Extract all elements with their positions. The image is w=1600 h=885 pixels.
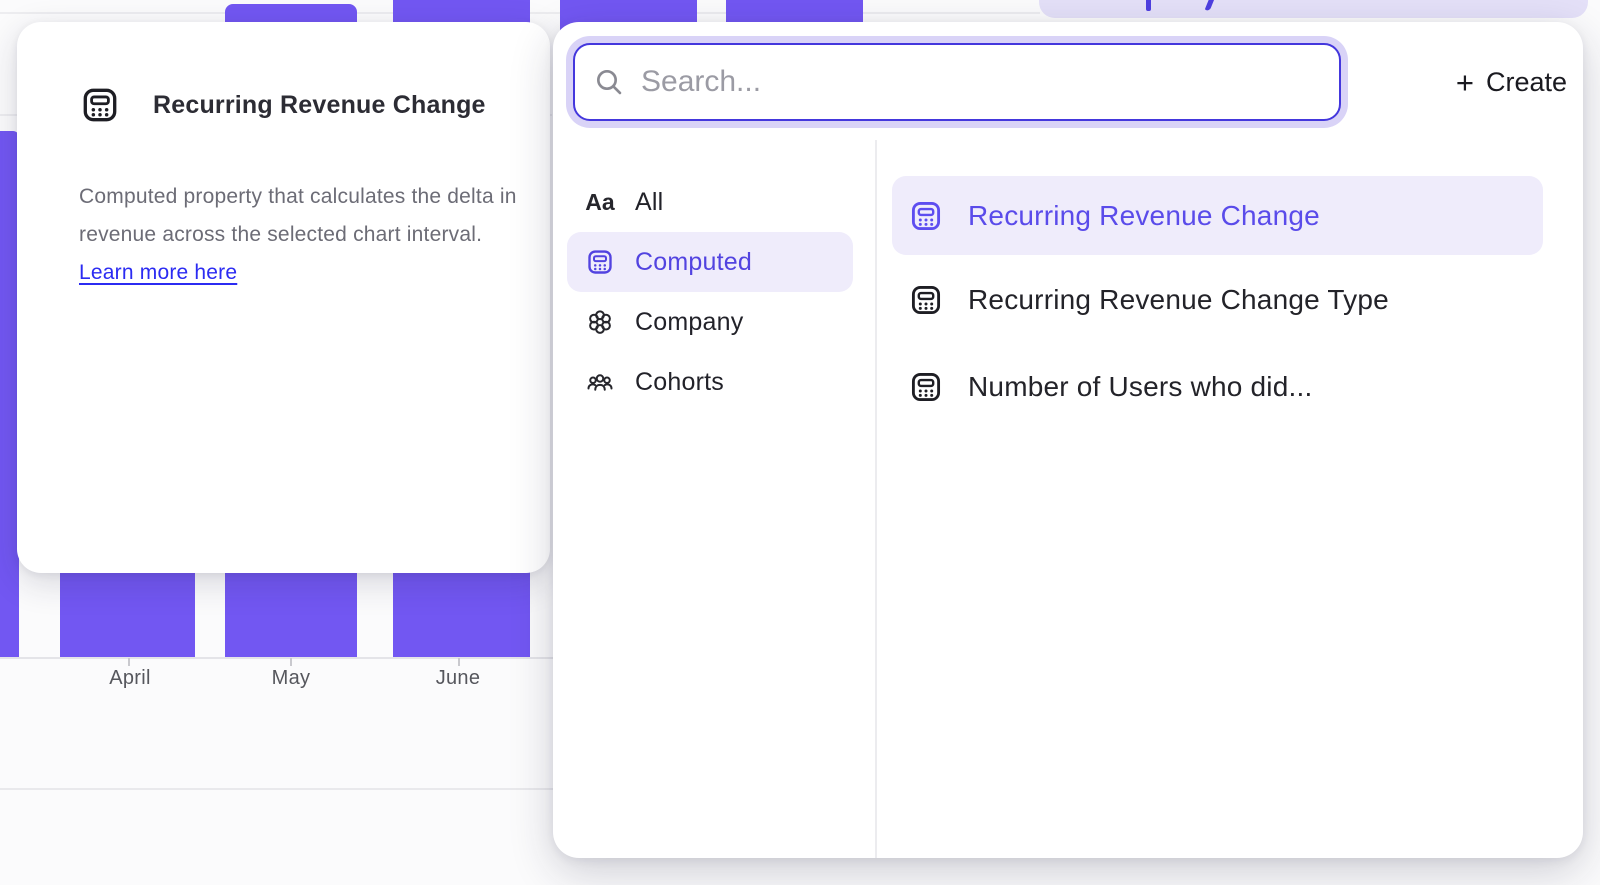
filter-column: Aa All Computed — [553, 140, 875, 858]
x-label-may: May — [231, 667, 351, 690]
axis-tick-april — [128, 658, 130, 666]
search-row: + Create — [566, 36, 1567, 128]
axis-tick-june — [458, 658, 460, 666]
result-number-of-users[interactable]: Number of Users who did... — [892, 347, 1543, 426]
calculator-icon — [79, 84, 121, 126]
search-input[interactable] — [641, 65, 1321, 99]
background-property-chip[interactable] — [1039, 0, 1588, 18]
create-button-label: Create — [1486, 67, 1567, 98]
result-label: Number of Users who did... — [968, 371, 1312, 403]
filter-company[interactable]: Company — [567, 292, 853, 352]
property-tooltip-card: Recurring Revenue Change Computed proper… — [17, 22, 550, 573]
result-label: Recurring Revenue Change — [968, 200, 1320, 232]
filter-label: Cohorts — [635, 368, 724, 397]
results-column: Recurring Revenue Change Recurring Reven… — [877, 140, 1583, 858]
chart-card-divider — [0, 788, 553, 790]
tooltip-title: Recurring Revenue Change — [153, 91, 486, 120]
axis-tick-may — [290, 658, 292, 666]
chip-text-fragment — [1205, 0, 1215, 11]
calculator-icon — [908, 282, 944, 318]
search-icon — [593, 66, 625, 98]
calculator-icon — [585, 247, 615, 277]
result-recurring-revenue-change-type[interactable]: Recurring Revenue Change Type — [892, 260, 1543, 339]
create-button[interactable]: + Create — [1456, 67, 1567, 98]
search-focus-ring — [566, 36, 1348, 128]
filter-all[interactable]: Aa All — [567, 172, 853, 232]
filter-computed[interactable]: Computed — [567, 232, 853, 292]
filter-label: Computed — [635, 248, 752, 277]
tooltip-description-text: Computed property that calculates the de… — [79, 185, 517, 246]
text-aa-icon: Aa — [585, 189, 615, 216]
plus-icon: + — [1456, 67, 1474, 98]
property-picker-panel: + Create Aa All — [553, 22, 1583, 858]
company-icon — [585, 307, 615, 337]
chip-text-fragment — [1146, 0, 1151, 11]
filter-label: All — [635, 188, 663, 217]
result-recurring-revenue-change[interactable]: Recurring Revenue Change — [892, 176, 1543, 255]
result-label: Recurring Revenue Change Type — [968, 284, 1389, 316]
panel-body: Aa All Computed — [553, 140, 1583, 858]
x-label-april: April — [70, 667, 190, 690]
screen: April May June Recurring Revenue Change … — [0, 0, 1600, 885]
calculator-icon — [908, 198, 944, 234]
tooltip-description: Computed property that calculates the de… — [79, 178, 539, 292]
calculator-icon — [908, 369, 944, 405]
x-label-june: June — [398, 667, 518, 690]
filter-label: Company — [635, 308, 743, 337]
filter-cohorts[interactable]: Cohorts — [567, 352, 853, 412]
cohorts-icon — [585, 367, 615, 397]
search-box — [573, 43, 1341, 121]
x-axis-line — [0, 657, 556, 659]
learn-more-link[interactable]: Learn more here — [79, 261, 237, 284]
